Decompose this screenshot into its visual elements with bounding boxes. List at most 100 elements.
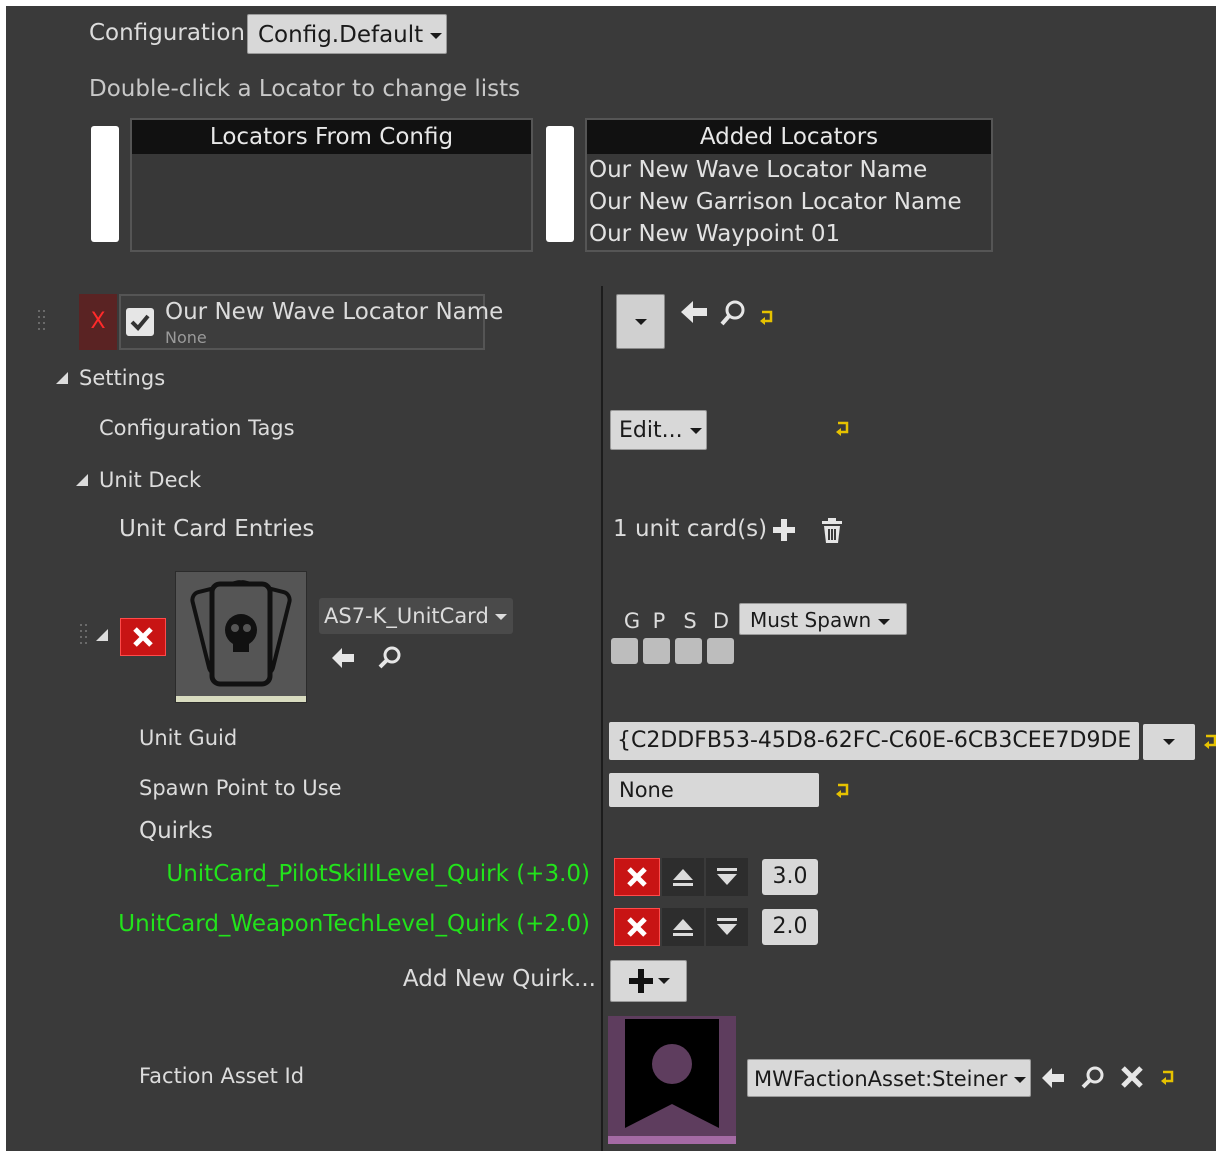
- use-selected-arrow-icon[interactable]: [679, 299, 709, 329]
- flag-checkbox-d[interactable]: [707, 638, 734, 664]
- use-selected-arrow-icon[interactable]: [1040, 1066, 1066, 1094]
- trash-icon[interactable]: [821, 518, 843, 548]
- unit-card-asset-dropdown[interactable]: AS7-K_UnitCard: [319, 598, 513, 634]
- quirks-label: Quirks: [139, 818, 213, 844]
- settings-label: Settings: [79, 366, 166, 390]
- list-item[interactable]: Our New Wave Locator Name: [589, 154, 991, 186]
- unit-card-count: 1 unit card(s): [613, 516, 768, 542]
- locator-name: Our New Wave Locator Name: [165, 299, 504, 325]
- reset-arrow-icon[interactable]: [1202, 732, 1216, 752]
- unit-guid-label: Unit Guid: [139, 726, 238, 750]
- list-item[interactable]: Our New Garrison Locator Name: [589, 186, 991, 218]
- chevron-down-icon: [657, 978, 670, 984]
- list-header: Added Locators: [587, 120, 991, 154]
- locator-entry[interactable]: Our New Wave Locator Name None: [119, 294, 503, 350]
- quirk-value-field[interactable]: 3.0: [762, 859, 818, 895]
- locator-checkbox[interactable]: [126, 308, 154, 336]
- configuration-label: Configuration:: [89, 20, 253, 46]
- move-quirk-down-button[interactable]: [706, 858, 748, 896]
- spawn-point-label: Spawn Point to Use: [139, 776, 342, 800]
- unit-deck-label: Unit Deck: [99, 468, 202, 492]
- chevron-down-icon: [1014, 1077, 1027, 1083]
- remove-locator-button[interactable]: X: [79, 294, 117, 350]
- add-new-quirk-label: Add New Quirk...: [402, 966, 596, 992]
- search-icon[interactable]: [719, 299, 747, 331]
- delete-quirk-button[interactable]: [614, 858, 660, 896]
- unit-guid-dropdown[interactable]: [1143, 724, 1195, 760]
- edit-button-label: Edit...: [619, 418, 683, 443]
- collapse-triangle-icon[interactable]: [75, 472, 89, 491]
- delete-quirk-button[interactable]: [614, 908, 660, 946]
- add-icon[interactable]: [772, 518, 796, 546]
- list-scrollbar-left[interactable]: [91, 126, 119, 242]
- search-icon[interactable]: [377, 644, 403, 674]
- collapse-triangle-icon[interactable]: [55, 370, 69, 389]
- reset-arrow-icon[interactable]: [834, 781, 852, 803]
- close-icon: [133, 627, 153, 647]
- drag-handle-icon[interactable]: [78, 622, 90, 650]
- reset-arrow-icon[interactable]: [834, 419, 852, 441]
- arrow-up-icon: [673, 919, 693, 936]
- locator-hint: Double-click a Locator to change lists: [89, 76, 521, 102]
- arrow-down-icon: [717, 918, 737, 935]
- flag-checkbox-s[interactable]: [675, 638, 702, 664]
- collapse-triangle-icon[interactable]: [95, 627, 109, 646]
- check-icon: [130, 314, 150, 331]
- chevron-down-icon: [430, 32, 443, 39]
- list-header: Locators From Config: [132, 120, 531, 154]
- faction-thumbnail[interactable]: [608, 1016, 736, 1144]
- arrow-up-icon: [673, 869, 693, 886]
- chevron-down-icon: [1163, 739, 1175, 745]
- locator-subtitle: None: [165, 328, 207, 347]
- arrow-down-icon: [717, 868, 737, 885]
- edit-tags-button[interactable]: Edit...: [610, 410, 707, 450]
- locator-combo-button[interactable]: [616, 294, 665, 349]
- spawn-mode-value: Must Spawn: [750, 608, 872, 632]
- add-icon: [628, 969, 653, 993]
- move-quirk-up-button[interactable]: [662, 908, 704, 946]
- close-icon: [627, 867, 647, 887]
- clear-icon[interactable]: [1120, 1065, 1144, 1093]
- flag-label-p: P: [652, 609, 666, 633]
- spawn-point-field[interactable]: None: [609, 773, 819, 807]
- chevron-down-icon: [877, 618, 890, 625]
- faction-asset-label: Faction Asset Id: [139, 1064, 305, 1088]
- quirk-value-field[interactable]: 2.0: [762, 909, 818, 945]
- spawn-mode-dropdown[interactable]: Must Spawn: [739, 603, 907, 635]
- flag-checkbox-g[interactable]: [611, 638, 638, 664]
- flag-label-s: S: [683, 609, 697, 633]
- column-divider: [601, 286, 603, 1151]
- added-locators-list[interactable]: Added Locators Our New Wave Locator Name…: [585, 118, 993, 252]
- quirk-name: UnitCard_WeaponTechLevel_Quirk (+2.0): [118, 911, 590, 937]
- list-scrollbar-right[interactable]: [546, 126, 574, 242]
- drag-handle-icon[interactable]: [36, 308, 48, 336]
- details-panel: Configuration: Config.Default Double-cli…: [6, 6, 1216, 1151]
- quirk-name: UnitCard_PilotSkillLevel_Quirk (+3.0): [166, 861, 590, 887]
- search-icon[interactable]: [1080, 1064, 1106, 1094]
- flag-label-d: D: [712, 609, 730, 633]
- close-icon: [627, 917, 647, 937]
- configuration-value: Config.Default: [258, 22, 424, 48]
- move-quirk-up-button[interactable]: [662, 858, 704, 896]
- locators-from-config-list[interactable]: Locators From Config: [130, 118, 533, 252]
- add-quirk-button[interactable]: [610, 960, 687, 1002]
- unit-card-entries-label: Unit Card Entries: [119, 516, 315, 542]
- move-quirk-down-button[interactable]: [706, 908, 748, 946]
- unit-guid-field[interactable]: {C2DDFB53-45D8-62FC-C60E-6CB3CEE7D9DE: [609, 722, 1139, 760]
- reset-arrow-icon[interactable]: [758, 308, 776, 330]
- faction-emblem-icon: [608, 1019, 736, 1144]
- configuration-dropdown[interactable]: Config.Default: [247, 14, 447, 54]
- chevron-down-icon: [689, 428, 702, 434]
- unit-card-asset-name: AS7-K_UnitCard: [324, 604, 489, 628]
- faction-asset-dropdown[interactable]: MWFactionAsset:Steiner: [747, 1059, 1031, 1097]
- skull-card-icon: [190, 580, 292, 687]
- list-item[interactable]: Our New Waypoint 01: [589, 218, 991, 250]
- use-selected-arrow-icon[interactable]: [330, 646, 356, 674]
- delete-unit-card-button[interactable]: [120, 618, 166, 656]
- reset-arrow-icon[interactable]: [1159, 1068, 1177, 1090]
- unit-card-thumbnail[interactable]: [175, 571, 307, 703]
- chevron-down-icon: [495, 614, 508, 620]
- chevron-down-icon: [634, 318, 647, 325]
- configuration-tags-label: Configuration Tags: [99, 416, 295, 440]
- flag-checkbox-p[interactable]: [643, 638, 670, 664]
